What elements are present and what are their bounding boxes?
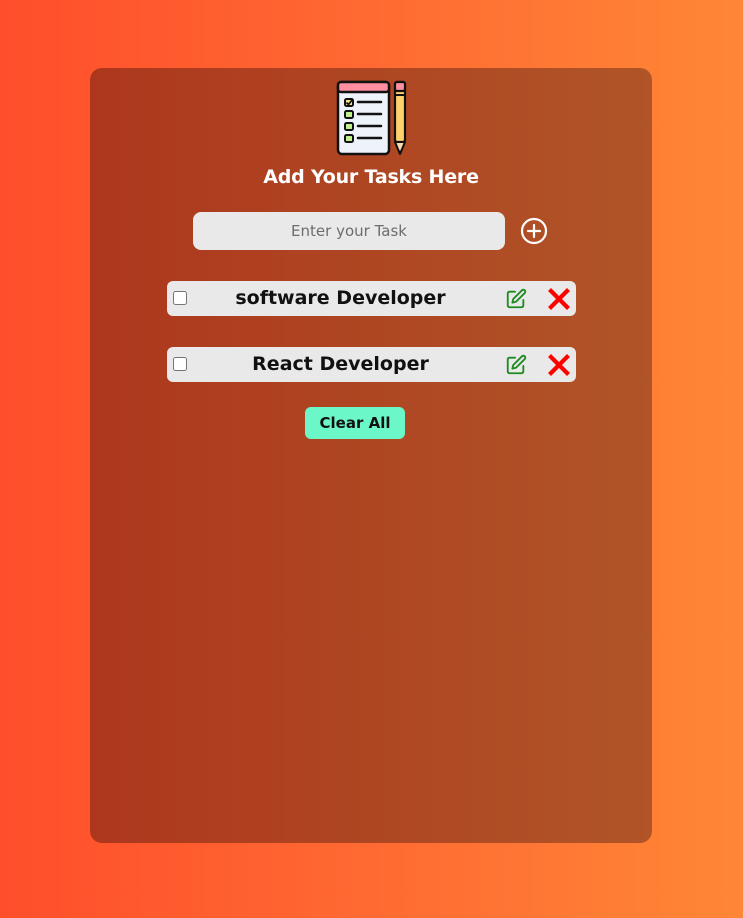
plus-circle-icon	[520, 217, 548, 245]
delete-task-button[interactable]	[547, 287, 571, 311]
close-icon	[548, 354, 570, 376]
edit-task-button[interactable]	[505, 288, 527, 310]
edit-icon	[506, 288, 527, 309]
edit-icon	[506, 354, 527, 375]
notepad-checklist-pencil-icon	[336, 80, 407, 156]
add-task-button[interactable]	[519, 216, 549, 246]
delete-task-button[interactable]	[547, 353, 571, 377]
task-item: React Developer	[167, 347, 576, 382]
task-text: React Developer	[252, 353, 429, 375]
task-checkbox[interactable]	[173, 291, 187, 305]
page-title: Add Your Tasks Here	[263, 166, 479, 188]
edit-task-button[interactable]	[505, 354, 527, 376]
clear-all-button[interactable]: Clear All	[305, 407, 405, 439]
task-text: software Developer	[235, 287, 446, 309]
task-item: software Developer	[167, 281, 576, 316]
task-list: software Developer React Developer	[167, 281, 576, 413]
close-icon	[548, 288, 570, 310]
task-checkbox[interactable]	[173, 357, 187, 371]
todo-card: Add Your Tasks Here software Developer	[90, 68, 652, 843]
task-input[interactable]	[193, 212, 505, 250]
